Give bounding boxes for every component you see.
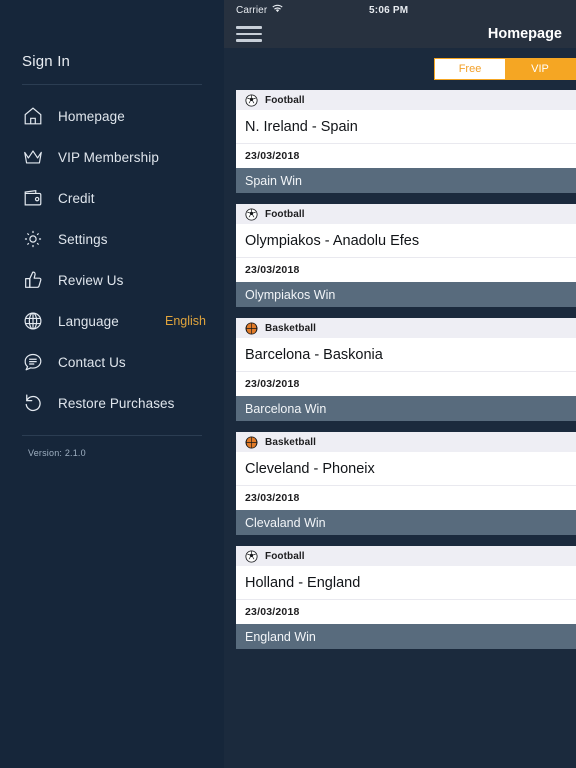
sidebar-item-review-us[interactable]: Review Us (0, 262, 224, 298)
sidebar-item-language[interactable]: Language English (0, 303, 224, 339)
match-title: N. Ireland - Spain (236, 110, 576, 144)
sidebar-item-label: Language (58, 313, 119, 329)
basketball-icon (245, 436, 258, 449)
sidebar-item-label: VIP Membership (58, 149, 159, 165)
sport-label: Basketball (265, 322, 317, 334)
sidebar-item-credit[interactable]: Credit (0, 180, 224, 216)
sidebar: Sign In Homepage VIP Membership Credit S… (0, 0, 224, 768)
match-prediction: England Win (236, 624, 576, 649)
sidebar-item-contact-us[interactable]: Contact Us (0, 344, 224, 380)
tab-free[interactable]: Free (435, 59, 505, 79)
match-list: Football N. Ireland - Spain 23/03/2018 S… (224, 90, 576, 768)
soccer-ball-icon (245, 93, 258, 107)
language-value: English (165, 314, 206, 328)
sidebar-nav: Homepage VIP Membership Credit Settings … (0, 85, 224, 421)
thumbs-up-icon (20, 267, 46, 293)
match-card-header: Football (236, 546, 576, 566)
chat-icon (20, 349, 46, 375)
match-title: Barcelona - Baskonia (236, 338, 576, 372)
version-label: Version: 2.1.0 (28, 448, 86, 458)
match-card-header: Basketball (236, 318, 576, 338)
sport-label: Football (265, 94, 305, 106)
match-date: 23/03/2018 (245, 264, 300, 276)
content-pane: Carrier 5:06 PM Homepage Free VIP Footba… (224, 0, 576, 768)
status-bar: Carrier 5:06 PM (224, 0, 576, 20)
sidebar-item-settings[interactable]: Settings (0, 221, 224, 257)
match-prediction: Clevaland Win (236, 510, 576, 535)
segmented-control-wrap: Free VIP (224, 48, 576, 90)
sport-label: Football (265, 208, 305, 220)
hamburger-bar (236, 26, 262, 29)
sidebar-item-label: Homepage (58, 108, 125, 124)
match-card[interactable]: Basketball Cleveland - Phoneix 23/03/201… (236, 432, 576, 535)
hamburger-menu-icon[interactable] (236, 25, 262, 43)
wallet-icon (20, 185, 46, 211)
match-card-header: Football (236, 90, 576, 110)
match-card[interactable]: Football Olympiakos - Anadolu Efes 23/03… (236, 204, 576, 307)
match-prediction: Barcelona Win (236, 396, 576, 421)
match-card[interactable]: Football N. Ireland - Spain 23/03/2018 S… (236, 90, 576, 193)
sidebar-item-label: Credit (58, 190, 95, 206)
clock-label: 5:06 PM (369, 4, 409, 16)
match-date: 23/03/2018 (245, 492, 300, 504)
carrier-label: Carrier (236, 4, 268, 16)
basketball-icon (245, 322, 258, 335)
hamburger-bar (236, 39, 262, 42)
restore-icon (20, 390, 46, 416)
status-bar-left: Carrier (236, 4, 283, 16)
gear-icon (20, 226, 46, 252)
sidebar-item-label: Settings (58, 231, 108, 247)
match-title: Holland - England (236, 566, 576, 600)
match-prediction: Spain Win (236, 168, 576, 193)
sidebar-item-label: Contact Us (58, 354, 126, 370)
page-title: Homepage (487, 26, 562, 42)
sidebar-item-label: Review Us (58, 272, 124, 288)
match-title: Cleveland - Phoneix (236, 452, 576, 486)
crown-icon (20, 144, 46, 170)
sign-in-label: Sign In (22, 52, 71, 70)
tab-vip[interactable]: VIP (505, 59, 575, 79)
status-bar-center: 5:06 PM (283, 5, 494, 16)
app-screen: Sign In Homepage VIP Membership Credit S… (0, 0, 576, 768)
sign-in-button[interactable]: Sign In (0, 38, 224, 84)
match-prediction: Olympiakos Win (236, 282, 576, 307)
sport-label: Football (265, 550, 305, 562)
sidebar-item-homepage[interactable]: Homepage (0, 98, 224, 134)
soccer-ball-icon (245, 549, 258, 563)
sidebar-item-label: Restore Purchases (58, 395, 175, 411)
match-card[interactable]: Football Holland - England 23/03/2018 En… (236, 546, 576, 649)
sidebar-item-vip-membership[interactable]: VIP Membership (0, 139, 224, 175)
match-date: 23/03/2018 (245, 150, 300, 162)
sport-label: Basketball (265, 436, 317, 448)
match-card-header: Football (236, 204, 576, 224)
sidebar-item-restore-purchases[interactable]: Restore Purchases (0, 385, 224, 421)
hamburger-bar (236, 32, 262, 36)
navigation-bar: Homepage (224, 20, 576, 48)
home-icon (20, 103, 46, 129)
match-card[interactable]: Basketball Barcelona - Baskonia 23/03/20… (236, 318, 576, 421)
free-vip-segmented-control[interactable]: Free VIP (434, 58, 576, 80)
match-title: Olympiakos - Anadolu Efes (236, 224, 576, 258)
globe-icon (20, 308, 46, 334)
match-date: 23/03/2018 (245, 606, 300, 618)
soccer-ball-icon (245, 207, 258, 221)
match-card-header: Basketball (236, 432, 576, 452)
match-date: 23/03/2018 (245, 378, 300, 390)
wifi-icon (272, 4, 283, 16)
